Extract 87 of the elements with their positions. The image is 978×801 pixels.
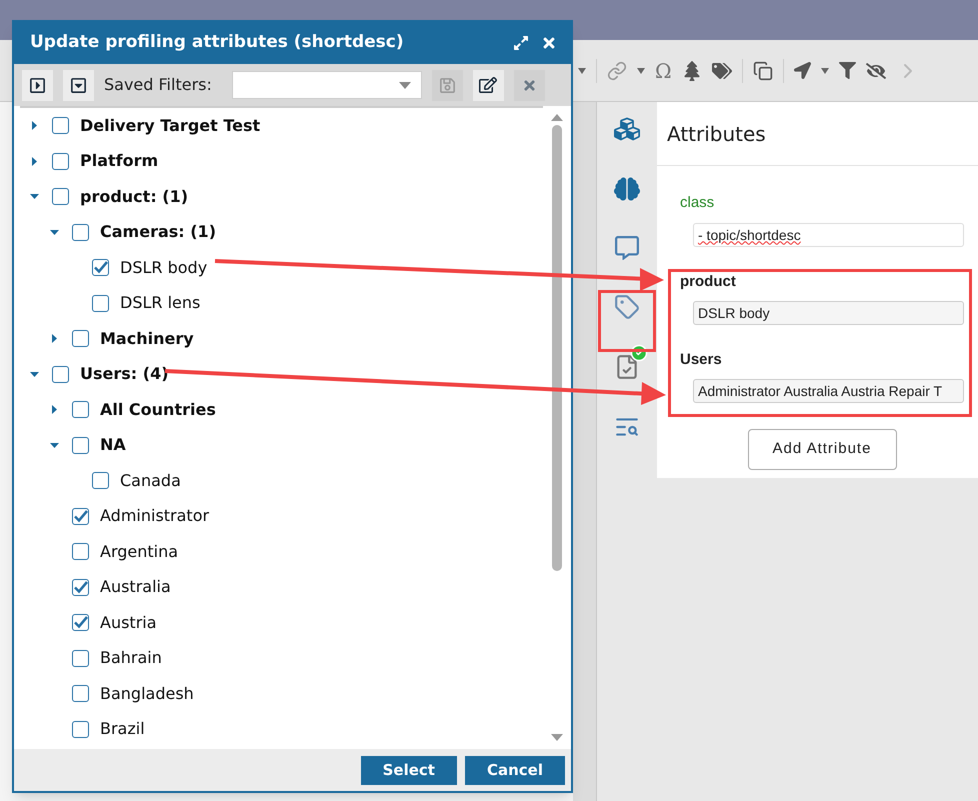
expanded-arrow-icon[interactable] [30,370,39,379]
collapsed-arrow-icon[interactable] [30,121,39,130]
scrollbar-thumb[interactable] [552,125,562,571]
tag-icon[interactable] [614,294,640,320]
tree-item-label[interactable]: Platform [80,149,158,174]
dropdown-caret-icon [398,82,411,88]
expanded-arrow-icon[interactable] [50,228,59,237]
tags-icon[interactable] [712,60,732,80]
scroll-down-icon[interactable] [551,734,563,741]
tree-item-label[interactable]: All Countries [100,398,216,422]
tree-item-label[interactable]: DSLR lens [120,291,200,316]
checkbox[interactable] [52,117,69,134]
checkbox[interactable] [72,650,89,667]
checkbox[interactable] [92,259,109,276]
attribute-label: product [680,273,737,291]
tree-item-label[interactable]: Austria [100,610,157,635]
eye-slash-icon[interactable] [866,60,886,80]
collapsed-arrow-icon[interactable] [30,156,39,166]
expanded-arrow-icon[interactable] [50,440,59,450]
dialog-title: Update profiling attributes (shortdesc) [30,31,405,54]
highlight-frame [598,290,656,352]
tree-item-label[interactable]: Delivery Target Test [80,114,260,138]
edit-filter-button[interactable] [472,70,504,100]
omega-symbol[interactable]: Ω [655,56,672,86]
checkbox[interactable] [52,152,69,170]
tree-item-label[interactable]: NA [100,433,126,458]
cubes-icon[interactable] [614,116,640,142]
tree-item-label[interactable]: Argentina [100,540,178,564]
attribute-label: class [680,194,716,212]
checkbox[interactable] [72,543,89,560]
panel-title: Attributes [657,102,978,166]
edit-icon [479,76,498,94]
dialog-button[interactable]: Select [360,756,457,784]
attribute-field[interactable]: Administrator Australia Austria Repair T [693,379,964,403]
check-badge-icon [630,344,648,362]
tree-item-label[interactable]: product: (1) [80,184,188,209]
scroll-up-icon[interactable] [551,114,563,121]
saved-filters-label: Saved Filters: [104,74,212,96]
tree-item-label[interactable]: Cameras: (1) [100,220,216,244]
expand-all-button[interactable] [63,70,94,100]
checkbox[interactable] [92,472,109,490]
checkbox[interactable] [72,685,89,702]
attribute-field[interactable]: DSLR body [693,301,964,325]
checkbox[interactable] [52,366,69,383]
checkbox[interactable] [72,436,89,454]
caret-square-right-icon [29,76,46,94]
caret-icon[interactable] [820,68,829,74]
collapse-all-button[interactable] [22,70,53,100]
caret-icon[interactable] [637,68,645,74]
checkbox[interactable] [72,401,89,418]
delete-filter-button[interactable] [514,70,545,100]
tree-item-label[interactable]: Administrator [100,504,210,528]
tree-item-label[interactable]: Australia [100,575,171,600]
caret-icon[interactable] [578,68,586,74]
add-attribute-button[interactable]: Add Attribute [748,429,896,470]
brain-icon[interactable] [614,176,640,202]
tree-item-label[interactable]: Brazil [100,717,145,742]
attribute-field[interactable]: - topic/shortdesc [693,223,964,247]
tree-item-label[interactable]: DSLR body [120,256,208,280]
tree-item-label[interactable]: Bangladesh [100,682,194,706]
checkbox[interactable] [72,578,89,596]
filter-icon[interactable] [838,62,856,79]
expanded-arrow-icon[interactable] [30,192,39,202]
delete-icon [522,78,537,92]
tree-item-label[interactable]: Canada [120,468,181,493]
dialog-button[interactable]: Cancel [464,756,565,784]
close-icon[interactable] [541,35,557,51]
navigation-arrow-icon[interactable] [794,62,811,79]
tree-icon[interactable] [682,60,702,80]
collapsed-arrow-icon[interactable] [50,334,59,344]
checkbox[interactable] [72,720,89,738]
checkbox[interactable] [52,188,69,206]
checkbox[interactable] [72,508,89,525]
copy-icon[interactable] [752,60,773,80]
checkbox[interactable] [72,330,89,348]
checkbox[interactable] [72,614,89,632]
expand-icon[interactable] [513,35,529,51]
tree-item-label[interactable]: Machinery [100,326,194,351]
tree-item-label[interactable]: Users: (4) [80,362,169,386]
caret-square-down-icon [70,76,87,94]
attribute-label: Users [680,351,723,369]
comment-icon[interactable] [615,236,639,260]
checkbox[interactable] [72,224,89,241]
checkbox[interactable] [92,294,109,312]
tree-item-label[interactable]: Bahrain [100,646,162,670]
save-icon [438,76,456,94]
collapsed-arrow-icon[interactable] [50,405,59,414]
